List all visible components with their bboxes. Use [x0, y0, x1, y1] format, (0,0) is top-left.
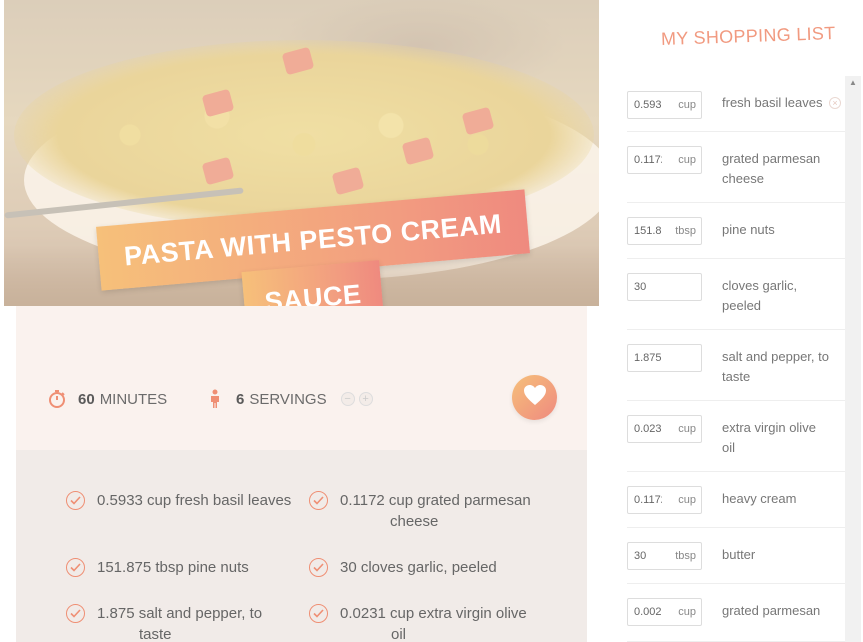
- quantity-value: 30: [634, 281, 647, 293]
- quantity-value: 151.875: [634, 225, 662, 237]
- shopping-list-title: MY SHOPPING LIST: [660, 22, 836, 50]
- quantity-value: 1.875: [634, 352, 662, 364]
- quantity-input[interactable]: 0.0023 cup: [627, 598, 702, 626]
- ingredient-item[interactable]: 1.875 salt and pepper, to taste: [66, 603, 306, 642]
- shopping-item-name: cloves garlic, peeled: [722, 278, 798, 313]
- stopwatch-icon: [46, 388, 68, 410]
- quantity-unit: tbsp: [675, 550, 696, 562]
- quantity-value: 30: [634, 550, 647, 562]
- ingredient-text-cont: oil: [391, 626, 407, 642]
- ingredient-item[interactable]: 30 cloves garlic, peeled: [309, 557, 549, 578]
- shopping-item-name: fresh basil leaves: [722, 95, 823, 110]
- quantity-input[interactable]: 1.875: [627, 344, 702, 372]
- person-icon: [204, 388, 226, 410]
- ingredient-item[interactable]: 0.0231 cup extra virgin olive oil: [309, 603, 549, 642]
- shopping-item-name: pine nuts: [722, 222, 775, 237]
- servings-value: 6: [236, 390, 245, 408]
- quantity-input[interactable]: 0.5933 cup: [627, 91, 702, 119]
- shopping-item-name: grated parmesan cheese: [722, 151, 821, 186]
- check-circle-icon: [309, 491, 328, 510]
- servings-unit: SERVINGS: [249, 390, 327, 408]
- favorite-button[interactable]: [512, 375, 557, 420]
- cook-time-unit: MINUTES: [99, 390, 168, 408]
- check-circle-icon: [66, 491, 85, 510]
- shopping-list-row: 30 tbsp butter: [627, 528, 845, 584]
- ingredient-text-cont: cheese: [390, 513, 439, 530]
- quantity-value: 0.0231: [634, 423, 662, 435]
- recipe-meta: 60 MINUTES 6 SERVINGS − +: [16, 306, 587, 450]
- ingredient-text: 1.875 salt and pepper, to: [97, 605, 263, 622]
- shopping-list-row: 0.1172 cup grated parmesan cheese: [627, 132, 845, 203]
- ingredients-list: 0.5933 cup fresh basil leaves 0.1172 cup…: [16, 450, 587, 642]
- shopping-item-name: butter: [722, 547, 756, 562]
- quantity-unit: cup: [678, 99, 696, 111]
- check-circle-icon: [66, 604, 85, 623]
- shopping-item-name: grated parmesan: [722, 603, 821, 618]
- quantity-input[interactable]: 151.875 tbsp: [627, 217, 702, 245]
- ingredient-text: 151.875 tbsp pine nuts: [97, 559, 249, 576]
- shopping-list-row: 0.5933 cup fresh basil leaves ×: [627, 76, 845, 132]
- shopping-item-name: salt and pepper, to taste: [722, 349, 829, 384]
- quantity-input[interactable]: 0.0231 cup: [627, 415, 702, 443]
- quantity-unit: cup: [678, 154, 696, 166]
- decrease-servings-button[interactable]: −: [340, 392, 355, 406]
- check-circle-icon: [66, 558, 85, 577]
- close-icon[interactable]: ×: [829, 97, 841, 109]
- check-circle-icon: [309, 558, 328, 577]
- ingredient-item[interactable]: 0.1172 cup grated parmesan cheese: [309, 490, 549, 532]
- increase-servings-button[interactable]: +: [358, 392, 373, 406]
- shopping-list: 0.5933 cup fresh basil leaves × 0.1172 c…: [627, 76, 845, 642]
- ingredient-text-cont: taste: [139, 626, 172, 642]
- check-circle-icon: [309, 604, 328, 623]
- scroll-up-arrow-icon[interactable]: ▲: [845, 76, 861, 90]
- ingredient-text: 0.0231 cup extra virgin olive: [340, 605, 527, 622]
- shopping-list-row: 30 cloves garlic, peeled: [627, 259, 845, 330]
- shopping-list-row: 0.0023 cup grated parmesan: [627, 584, 845, 642]
- cook-time: 60 MINUTES: [46, 388, 167, 410]
- quantity-input[interactable]: 30 tbsp: [627, 542, 702, 570]
- shopping-item-name: extra virgin olive oil: [722, 420, 816, 455]
- heart-icon: [523, 384, 547, 411]
- quantity-unit: cup: [678, 494, 696, 506]
- ingredient-text: 0.5933 cup fresh basil leaves: [97, 492, 292, 509]
- cook-time-value: 60: [78, 390, 95, 408]
- ingredient-text: 0.1172 cup grated parmesan: [340, 492, 531, 509]
- servings-stepper: − +: [340, 392, 373, 406]
- servings: 6 SERVINGS − +: [204, 388, 373, 410]
- quantity-value: 0.1172: [634, 154, 662, 166]
- quantity-unit: cup: [678, 606, 696, 618]
- shopping-list-row: 1.875 salt and pepper, to taste: [627, 330, 845, 401]
- shopping-list-row: 151.875 tbsp pine nuts: [627, 203, 845, 259]
- ingredient-item[interactable]: 0.5933 cup fresh basil leaves: [66, 490, 306, 511]
- ingredient-text: 30 cloves garlic, peeled: [340, 559, 497, 576]
- quantity-input[interactable]: 0.1172 cup: [627, 146, 702, 174]
- quantity-value: 0.0023: [634, 606, 662, 618]
- shopping-item-name: heavy cream: [722, 491, 797, 506]
- quantity-value: 0.1172: [634, 494, 662, 506]
- shopping-list-row: 0.1172 cup heavy cream: [627, 472, 845, 528]
- quantity-unit: cup: [678, 423, 696, 435]
- quantity-input[interactable]: 30: [627, 273, 702, 301]
- shopping-list-scrollbar[interactable]: ▲: [845, 76, 861, 642]
- quantity-input[interactable]: 0.1172 cup: [627, 486, 702, 514]
- quantity-unit: tbsp: [675, 225, 696, 237]
- shopping-list-row: 0.0231 cup extra virgin olive oil: [627, 401, 845, 472]
- quantity-value: 0.5933: [634, 99, 662, 111]
- ingredient-item[interactable]: 151.875 tbsp pine nuts: [66, 557, 306, 578]
